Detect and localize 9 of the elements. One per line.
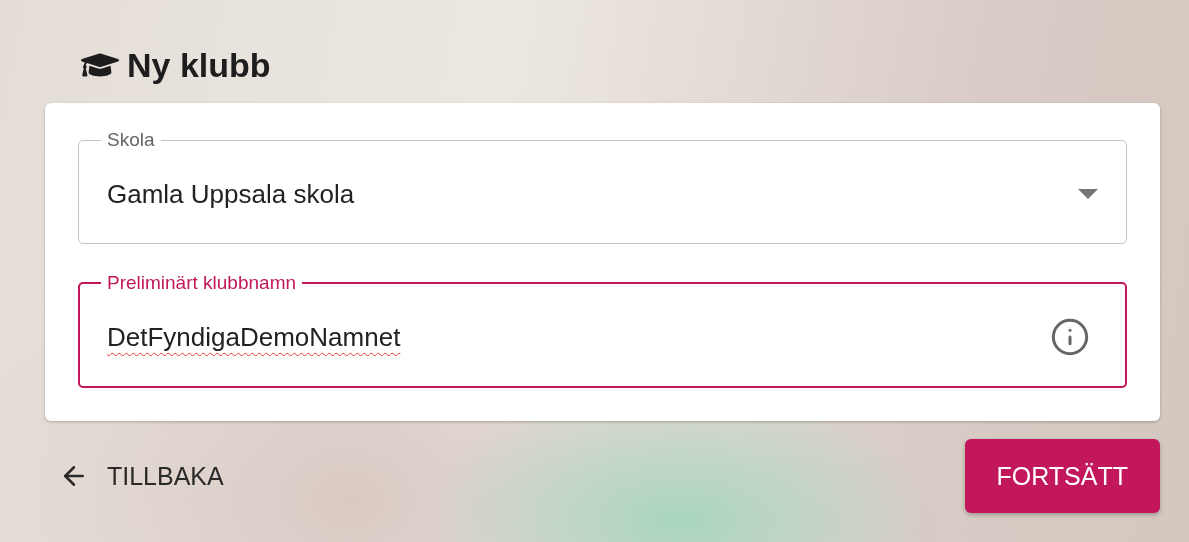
back-button[interactable]: TILLBAKA — [45, 453, 238, 499]
field-value: DetFyndigaDemoNamnet — [107, 321, 401, 353]
continue-button[interactable]: FORTSÄTT — [964, 439, 1160, 513]
field-label: Preliminärt klubbnamn — [106, 272, 298, 294]
info-icon[interactable] — [1050, 317, 1090, 357]
field-value: Gamla Uppsala skola — [107, 178, 355, 210]
field-label: Skola — [106, 129, 156, 151]
page-title: Ny klubb — [127, 45, 271, 85]
caret-icon — [1078, 189, 1098, 199]
